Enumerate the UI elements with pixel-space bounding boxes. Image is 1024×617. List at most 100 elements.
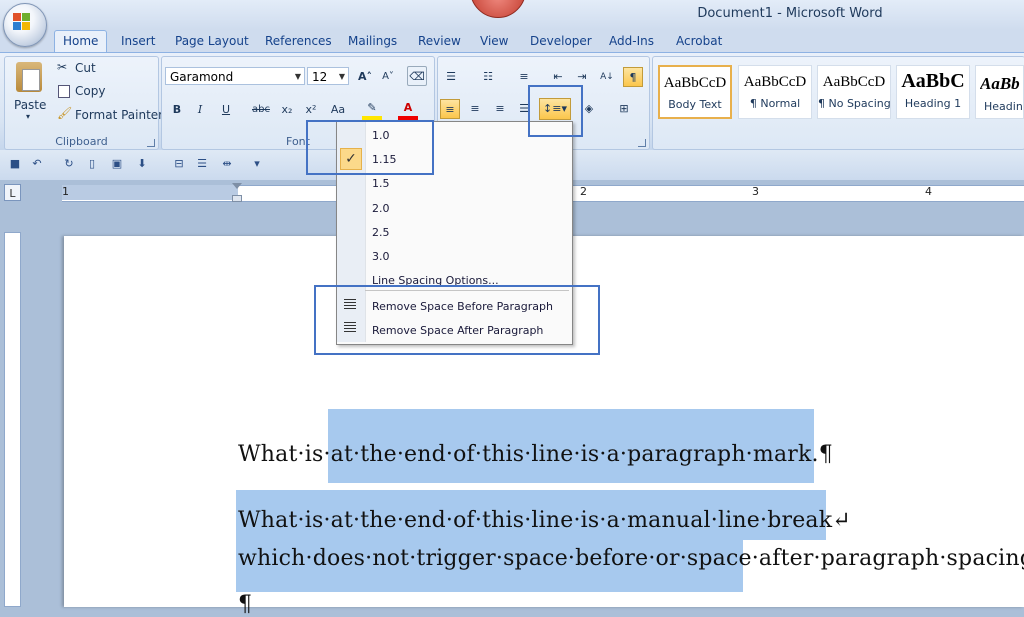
menu-item-1-5[interactable]: 1.5 [372, 177, 390, 190]
font-size-value: 12 [312, 70, 328, 84]
menu-item-2-5[interactable]: 2.5 [372, 226, 390, 239]
italic-button[interactable]: I [190, 100, 210, 120]
tab-review[interactable]: Review [418, 31, 461, 52]
bold-button[interactable]: B [167, 100, 187, 120]
style-body-text[interactable]: AaBbCcD Body Text [658, 65, 732, 119]
increase-indent-icon[interactable]: ⇥ [572, 67, 592, 87]
style-heading-2[interactable]: AaBb Heading [975, 65, 1024, 119]
office-logo-icon [13, 13, 31, 31]
style-heading-1[interactable]: AaBbC Heading 1 [896, 65, 970, 119]
clipboard-launcher-icon[interactable] [147, 139, 155, 147]
undo-icon[interactable]: ↶ [30, 157, 44, 171]
ruler-number: 1 [62, 185, 69, 198]
grow-font-icon[interactable]: A˄ [355, 67, 375, 87]
style-sample: AaBbC [901, 70, 965, 92]
paste-button[interactable]: Paste [14, 98, 46, 112]
redo-icon[interactable]: ↻ [62, 157, 76, 171]
bullets-icon[interactable]: ☰ [441, 67, 461, 87]
font-color-icon[interactable]: A [398, 98, 418, 120]
ruler-number: 2 [580, 185, 587, 198]
line3-text: after·paragraph·spacing.¶ [758, 546, 1024, 571]
annotation-box [314, 285, 600, 355]
document-line-3[interactable]: which·does·not·trigger·space·before·or·s… [238, 546, 1024, 571]
format-painter-icon[interactable]: 🖌 [57, 106, 72, 120]
document-line-1[interactable]: What·is·at·the·end·of·this·line·is·a·par… [238, 442, 833, 467]
highlight-color-icon[interactable]: ✎ [362, 98, 382, 120]
cut-icon[interactable]: ✂ [57, 60, 67, 74]
tab-page-layout[interactable]: Page Layout [175, 31, 249, 52]
tab-home[interactable]: Home [54, 30, 108, 52]
ruler-number: 4 [925, 185, 932, 198]
format-painter-button[interactable]: Format Painter [75, 108, 163, 122]
new-document-icon[interactable]: ▯ [85, 157, 99, 171]
chevron-down-icon[interactable]: ▼ [295, 68, 301, 86]
vertical-ruler[interactable] [4, 232, 21, 607]
clear-formatting-icon[interactable]: ⌫ [407, 66, 427, 86]
style-name: ¶ No Spacing [818, 97, 890, 110]
left-indent-marker[interactable] [232, 195, 242, 202]
subscript-button[interactable]: x₂ [277, 100, 297, 120]
first-line-indent-marker[interactable] [232, 183, 242, 189]
clipboard-label: Clipboard [55, 135, 108, 148]
multilevel-list-icon[interactable]: ≡ [514, 67, 534, 87]
font-name-value: Garamond [170, 70, 234, 84]
customize-toolbar-icon[interactable]: ▾ [250, 157, 264, 171]
tab-selector-icon[interactable]: L [4, 184, 21, 201]
cut-button[interactable]: Cut [75, 61, 96, 75]
sort-icon[interactable]: A↓ [597, 67, 617, 87]
annotation-box [528, 85, 583, 137]
menu-item-3-0[interactable]: 3.0 [372, 250, 390, 263]
style-name: Body Text [668, 98, 722, 111]
shrink-font-icon[interactable]: A˅ [378, 67, 398, 87]
tab-references[interactable]: References [265, 31, 332, 52]
paste-icon[interactable] [16, 62, 42, 92]
font-size-combo[interactable]: 12 ▼ [307, 67, 349, 85]
save-icon[interactable]: ■ [8, 157, 22, 171]
line3-selected: which·does·not·trigger·space·before·or·s… [238, 546, 759, 571]
paste-dropdown-icon[interactable]: ▾ [26, 112, 30, 121]
align-center-icon[interactable]: ≡ [465, 99, 485, 119]
decrease-indent-icon[interactable]: ⇤ [548, 67, 568, 87]
tab-mailings[interactable]: Mailings [348, 31, 397, 52]
document-line-4[interactable]: ¶ [238, 592, 252, 617]
chevron-down-icon[interactable]: ▼ [339, 68, 345, 86]
print-preview-icon[interactable]: ▣ [110, 157, 124, 171]
style-sample: AaBbCcD [822, 74, 886, 90]
font-name-combo[interactable]: Garamond ▼ [165, 67, 305, 85]
table-icon[interactable]: ⊟ [172, 157, 186, 171]
line1-text: What·is· [238, 442, 331, 467]
tab-developer[interactable]: Developer [530, 31, 592, 52]
tab-acrobat[interactable]: Acrobat [676, 31, 722, 52]
numbering-icon[interactable]: ☷ [478, 67, 498, 87]
align-right-icon[interactable]: ≡ [490, 99, 510, 119]
align-left-icon[interactable]: ≡ [440, 99, 460, 119]
strikethrough-button[interactable]: abc [251, 100, 271, 120]
copy-icon[interactable] [58, 85, 70, 98]
paragraph-launcher-icon[interactable] [638, 139, 646, 147]
style-sample: AaBbCcD [743, 74, 807, 90]
style-name: Heading [984, 100, 1023, 113]
ruler-margin [62, 185, 238, 200]
window-title: Document1 - Microsoft Word [697, 6, 883, 21]
borders-icon[interactable]: ⊞ [614, 99, 634, 119]
annotation-box [306, 120, 434, 175]
underline-button[interactable]: U [216, 100, 236, 120]
document-line-2[interactable]: What·is·at·the·end·of·this·line·is·a·man… [238, 508, 851, 533]
show-marks-icon[interactable]: ¶ [623, 67, 643, 87]
move-down-icon[interactable]: ⬇ [135, 157, 149, 171]
style-no-spacing[interactable]: AaBbCcD ¶ No Spacing [817, 65, 891, 119]
style-name: Heading 1 [904, 97, 962, 110]
superscript-button[interactable]: x² [301, 100, 321, 120]
align-icon[interactable]: ⇹ [220, 157, 234, 171]
tab-view[interactable]: View [480, 31, 508, 52]
style-sample: AaBbCcD [663, 75, 727, 91]
tab-add-ins[interactable]: Add-Ins [609, 31, 654, 52]
copy-button[interactable]: Copy [75, 84, 105, 98]
list-icon[interactable]: ☰ [195, 157, 209, 171]
style-normal[interactable]: AaBbCcD ¶ Normal [738, 65, 812, 119]
menu-item-2-0[interactable]: 2.0 [372, 202, 390, 215]
style-name: ¶ Normal [749, 97, 801, 110]
change-case-button[interactable]: Aa [328, 100, 348, 120]
tab-insert[interactable]: Insert [121, 31, 155, 52]
ruler-number: 3 [752, 185, 759, 198]
